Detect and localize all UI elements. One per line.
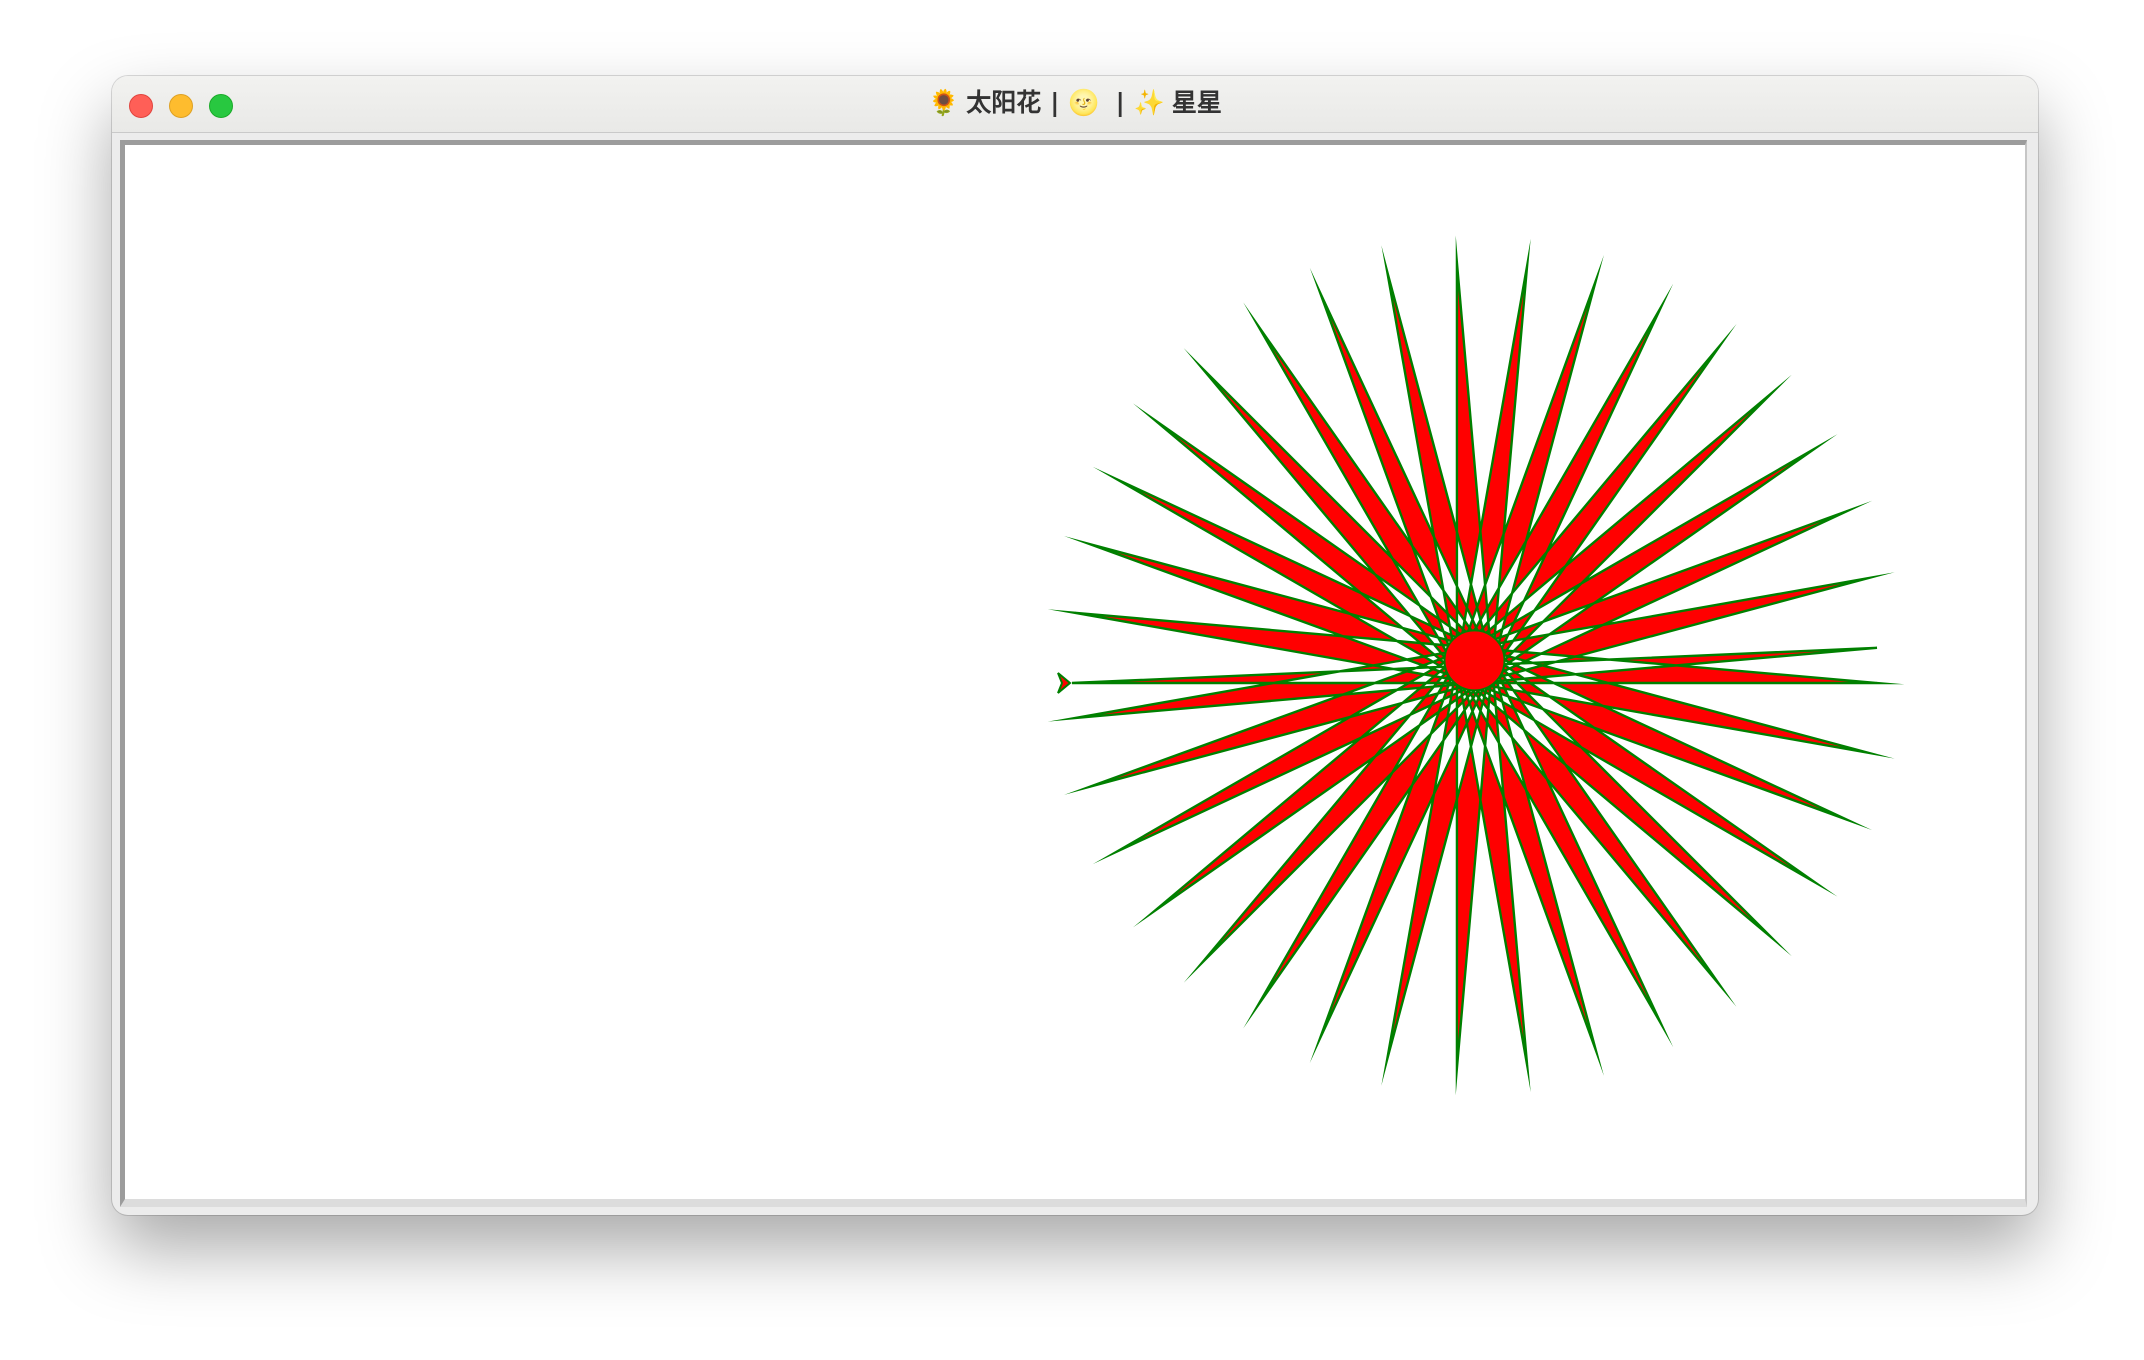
sunflower-star-drawing	[1047, 235, 1905, 1096]
app-window: 🌻 太阳花 | 🌝 | ✨ 星星	[112, 76, 2038, 1215]
turtle-cursor-icon	[1057, 672, 1072, 694]
center-disc	[1443, 629, 1506, 692]
